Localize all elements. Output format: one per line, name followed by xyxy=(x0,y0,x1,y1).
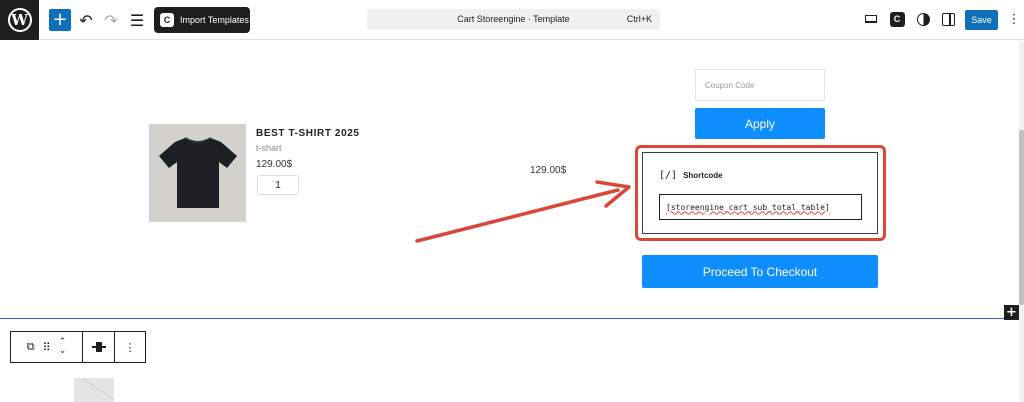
storeengine-icon[interactable]: C xyxy=(888,10,906,28)
shortcode-block[interactable]: [/] Shortcode [storeengine_cart_sub_tota… xyxy=(642,152,878,234)
undo-icon[interactable]: ↶ xyxy=(76,10,96,30)
block-toolbar: ⧉ ⠿ ⌃ ⌄ ⋮ xyxy=(10,331,146,363)
command-palette-bar[interactable]: Cart Storeengine · Template Ctrl+K xyxy=(367,9,660,30)
wordpress-icon[interactable]: W xyxy=(0,0,39,40)
contrast-icon[interactable] xyxy=(914,10,932,28)
editor-top-toolbar: W + ↶ ↷ ☰ C Import Templates Cart Storee… xyxy=(0,0,1024,40)
storeengine-logo-icon: C xyxy=(160,13,174,27)
move-icon[interactable]: ⌃ ⌄ xyxy=(59,338,67,356)
import-templates-label: Import Templates xyxy=(180,15,249,25)
document-title: Cart Storeengine · Template xyxy=(457,14,570,24)
redo-icon[interactable]: ↷ xyxy=(101,10,121,30)
drag-icon[interactable]: ⠿ xyxy=(43,341,51,354)
plus-icon: + xyxy=(52,9,68,30)
coupon-code-input[interactable]: Coupon Code xyxy=(695,69,825,101)
save-button[interactable]: Save xyxy=(965,10,998,30)
laptop-icon[interactable] xyxy=(862,10,880,28)
duplicate-icon[interactable]: ⧉ xyxy=(27,340,35,354)
line-total: 129.00$ xyxy=(530,165,567,176)
apply-coupon-button[interactable]: Apply xyxy=(695,108,825,139)
align-icon[interactable] xyxy=(83,332,115,362)
block-mover-group: ⧉ ⠿ ⌃ ⌄ xyxy=(11,332,83,362)
block-options-icon[interactable]: ⋮ xyxy=(115,332,145,362)
product-variant: t-shart xyxy=(256,143,282,153)
quantity-input[interactable]: 1 xyxy=(257,175,299,195)
product-name[interactable]: BEST T-SHIRT 2025 xyxy=(256,128,360,139)
more-vertical-icon[interactable]: ⋮ xyxy=(1005,10,1023,28)
sidebar-icon[interactable] xyxy=(939,10,957,28)
shortcode-label: Shortcode xyxy=(683,171,723,180)
list-view-icon[interactable]: ☰ xyxy=(127,10,147,30)
shortcode-block-header: [/] Shortcode xyxy=(659,170,723,181)
shortcode-value: [storeengine_cart_sub_total_table] xyxy=(666,202,830,212)
image-placeholder xyxy=(74,378,114,402)
proceed-to-checkout-button[interactable]: Proceed To Checkout xyxy=(642,255,878,288)
import-templates-button[interactable]: C Import Templates xyxy=(154,7,250,33)
scrollbar-thumb[interactable] xyxy=(1019,130,1024,305)
block-inserter-plus-icon[interactable]: + xyxy=(1004,305,1019,320)
tshirt-image xyxy=(159,137,237,208)
product-price: 129.00$ xyxy=(256,159,293,170)
shortcode-icon: [/] xyxy=(659,170,678,181)
shortcut-hint: Ctrl+K xyxy=(626,14,652,24)
add-block-button[interactable]: + xyxy=(49,9,71,31)
product-image xyxy=(149,124,246,222)
shortcode-input[interactable]: [storeengine_cart_sub_total_table] xyxy=(659,194,862,220)
